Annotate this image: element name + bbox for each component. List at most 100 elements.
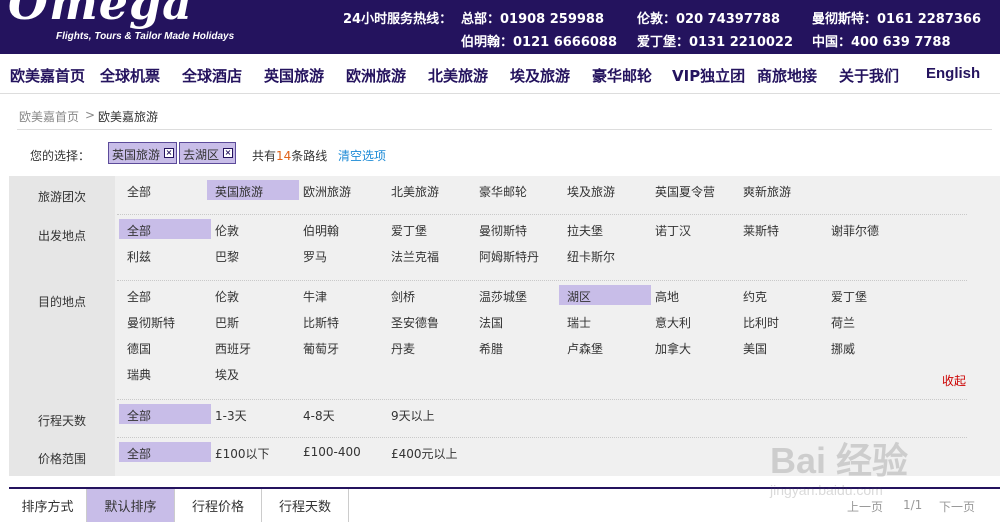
filter-option[interactable]: 北美旅游 [383,180,475,200]
filter-option[interactable]: 伦敦 [207,285,299,305]
nav-europe-tours[interactable]: 欧洲旅游 [346,65,406,86]
filter-option[interactable]: 英国夏令营 [647,180,739,200]
filter-option[interactable]: 瑞士 [559,311,651,331]
filter-option[interactable]: 德国 [119,337,211,357]
sort-price-tab[interactable]: 行程价格 [175,489,262,522]
route-count: 共有14条路线 [252,147,327,164]
filter-option[interactable]: 法国 [471,311,563,331]
filter-option[interactable]: 希腊 [471,337,563,357]
filter-option[interactable]: £100-400 [295,442,387,462]
filter-option[interactable]: 美国 [735,337,827,357]
filter-option[interactable]: 荷兰 [823,311,915,331]
filter-option[interactable]: 牛津 [295,285,387,305]
logo-tagline: Flights, Tours & Tailor Made Holidays [56,31,235,42]
prev-page-link[interactable]: 上一页 [847,498,883,515]
next-page-link[interactable]: 下一页 [939,498,975,515]
filter-option[interactable]: 巴斯 [207,311,299,331]
filter-options: 全部 英国旅游 欧洲旅游 北美旅游 豪华邮轮 埃及旅游 英国夏令营 爽新旅游 [115,176,1000,215]
breadcrumb-current: 欧美嘉旅游 [98,110,159,124]
filter-option[interactable]: 圣安德鲁 [383,311,475,331]
filter-label: 价格范围 [9,438,115,476]
filter-option[interactable]: 瑞典 [119,363,211,383]
nav-vip[interactable]: VIP独立团 [672,65,745,86]
filter-option[interactable]: 全部 [119,404,211,424]
filter-option[interactable]: 罗马 [295,245,387,265]
filter-option[interactable]: £400元以上 [383,442,475,462]
nav-business[interactable]: 商旅地接 [757,65,817,86]
filter-option[interactable]: 爱丁堡 [383,219,475,239]
filter-option[interactable]: 拉夫堡 [559,219,651,239]
main-nav: 欧美嘉首页 全球机票 全球酒店 英国旅游 欧洲旅游 北美旅游 埃及旅游 豪华邮轮… [0,54,1000,94]
filter-option[interactable]: 温莎城堡 [471,285,563,305]
filter-option[interactable]: 利兹 [119,245,211,265]
filter-option[interactable]: 卢森堡 [559,337,651,357]
filter-option[interactable]: 全部 [119,219,211,239]
filter-option[interactable]: 欧洲旅游 [295,180,387,200]
filter-option[interactable]: 剑桥 [383,285,475,305]
filter-option[interactable]: 阿姆斯特丹 [471,245,563,265]
filter-option[interactable]: 诺丁汉 [647,219,739,239]
filter-option[interactable]: 爱丁堡 [823,285,915,305]
collapse-link[interactable]: 收起 [942,372,966,389]
nav-uk-tours[interactable]: 英国旅游 [264,65,324,86]
filter-row-tour-type: 旅游团次 全部 英国旅游 欧洲旅游 北美旅游 豪华邮轮 埃及旅游 英国夏令营 爽新旅游 [9,176,1000,215]
sort-bar: 排序方式 默认排序 行程价格 行程天数 上一页 1/1 下一页 [9,487,1000,522]
sort-days-tab[interactable]: 行程天数 [262,489,349,522]
filter-option[interactable]: 曼彻斯特 [119,311,211,331]
filter-option[interactable]: 比斯特 [295,311,387,331]
filter-option[interactable]: 曼彻斯特 [471,219,563,239]
filter-options: 全部 伦敦 伯明翰 爱丁堡 曼彻斯特 拉夫堡 诺丁汉 莱斯特 谢菲尔德利兹 巴黎 罗马 法兰克福 阿姆斯… [115,215,1000,281]
filter-option[interactable]: 全部 [119,285,211,305]
filter-row-price: 价格范围 全部 £100以下 £100-400 £400元以上 [9,438,1000,476]
count-number: 14 [276,149,292,163]
nav-hotels[interactable]: 全球酒店 [182,65,242,86]
count-suffix: 条路线 [291,149,328,163]
filter-option[interactable]: 谢菲尔德 [823,219,915,239]
filter-option[interactable]: 湖区 [559,285,651,305]
filter-option[interactable]: 1-3天 [207,404,299,424]
filter-option[interactable]: 4-8天 [295,404,387,424]
filter-option[interactable]: 爽新旅游 [735,180,827,200]
filter-option[interactable]: 伯明翰 [295,219,387,239]
filter-option[interactable]: 豪华邮轮 [471,180,563,200]
filter-option[interactable]: £100以下 [207,442,299,462]
chip-remove-icon[interactable]: × [223,148,234,158]
filter-option[interactable]: 莱斯特 [735,219,827,239]
filter-option[interactable]: 伦敦 [207,219,299,239]
filter-option[interactable]: 全部 [119,180,211,200]
filter-option[interactable]: 全部 [119,442,211,462]
nav-north-america-tours[interactable]: 北美旅游 [428,65,488,86]
filter-options: 全部 £100以下 £100-400 £400元以上 [115,438,1000,476]
nav-home[interactable]: 欧美嘉首页 [10,65,85,86]
filter-option[interactable]: 葡萄牙 [295,337,387,357]
filter-option[interactable]: 巴黎 [207,245,299,265]
filter-option[interactable]: 高地 [647,285,739,305]
chip-uk-tours[interactable]: 英国旅游 × [108,142,178,164]
chip-remove-icon[interactable]: × [164,148,175,158]
filter-option[interactable]: 英国旅游 [207,180,299,200]
clear-selection-link[interactable]: 清空选项 [338,147,386,164]
nav-cruises[interactable]: 豪华邮轮 [592,65,652,86]
filter-option[interactable]: 9天以上 [383,404,475,424]
sort-default-tab[interactable]: 默认排序 [87,489,175,522]
filter-option[interactable]: 埃及旅游 [559,180,651,200]
filter-option[interactable]: 挪威 [823,337,915,357]
filter-option[interactable]: 纽卡斯尔 [559,245,651,265]
filter-option[interactable]: 丹麦 [383,337,475,357]
logo[interactable]: Omega Flights, Tours & Tailor Made Holid… [0,0,270,54]
nav-english[interactable]: English [926,65,980,82]
filter-option[interactable]: 比利时 [735,311,827,331]
breadcrumb-home[interactable]: 欧美嘉首页 [19,108,79,125]
filter-option[interactable]: 意大利 [647,311,739,331]
filter-options: 全部 1-3天 4-8天 9天以上 [115,400,1000,438]
chip-lake-district[interactable]: 去湖区 × [179,142,237,164]
nav-egypt-tours[interactable]: 埃及旅游 [510,65,570,86]
filter-option[interactable]: 加拿大 [647,337,739,357]
nav-flights[interactable]: 全球机票 [100,65,160,86]
filter-option[interactable]: 法兰克福 [383,245,475,265]
nav-about[interactable]: 关于我们 [839,65,899,86]
filter-option[interactable]: 埃及 [207,363,299,383]
filter-option[interactable]: 约克 [735,285,827,305]
filter-row-departure: 出发地点 全部 伦敦 伯明翰 爱丁堡 曼彻斯特 拉夫堡 诺丁汉 莱斯特 谢菲尔德 利兹 巴黎 罗马 法兰… [9,215,1000,281]
filter-option[interactable]: 西班牙 [207,337,299,357]
